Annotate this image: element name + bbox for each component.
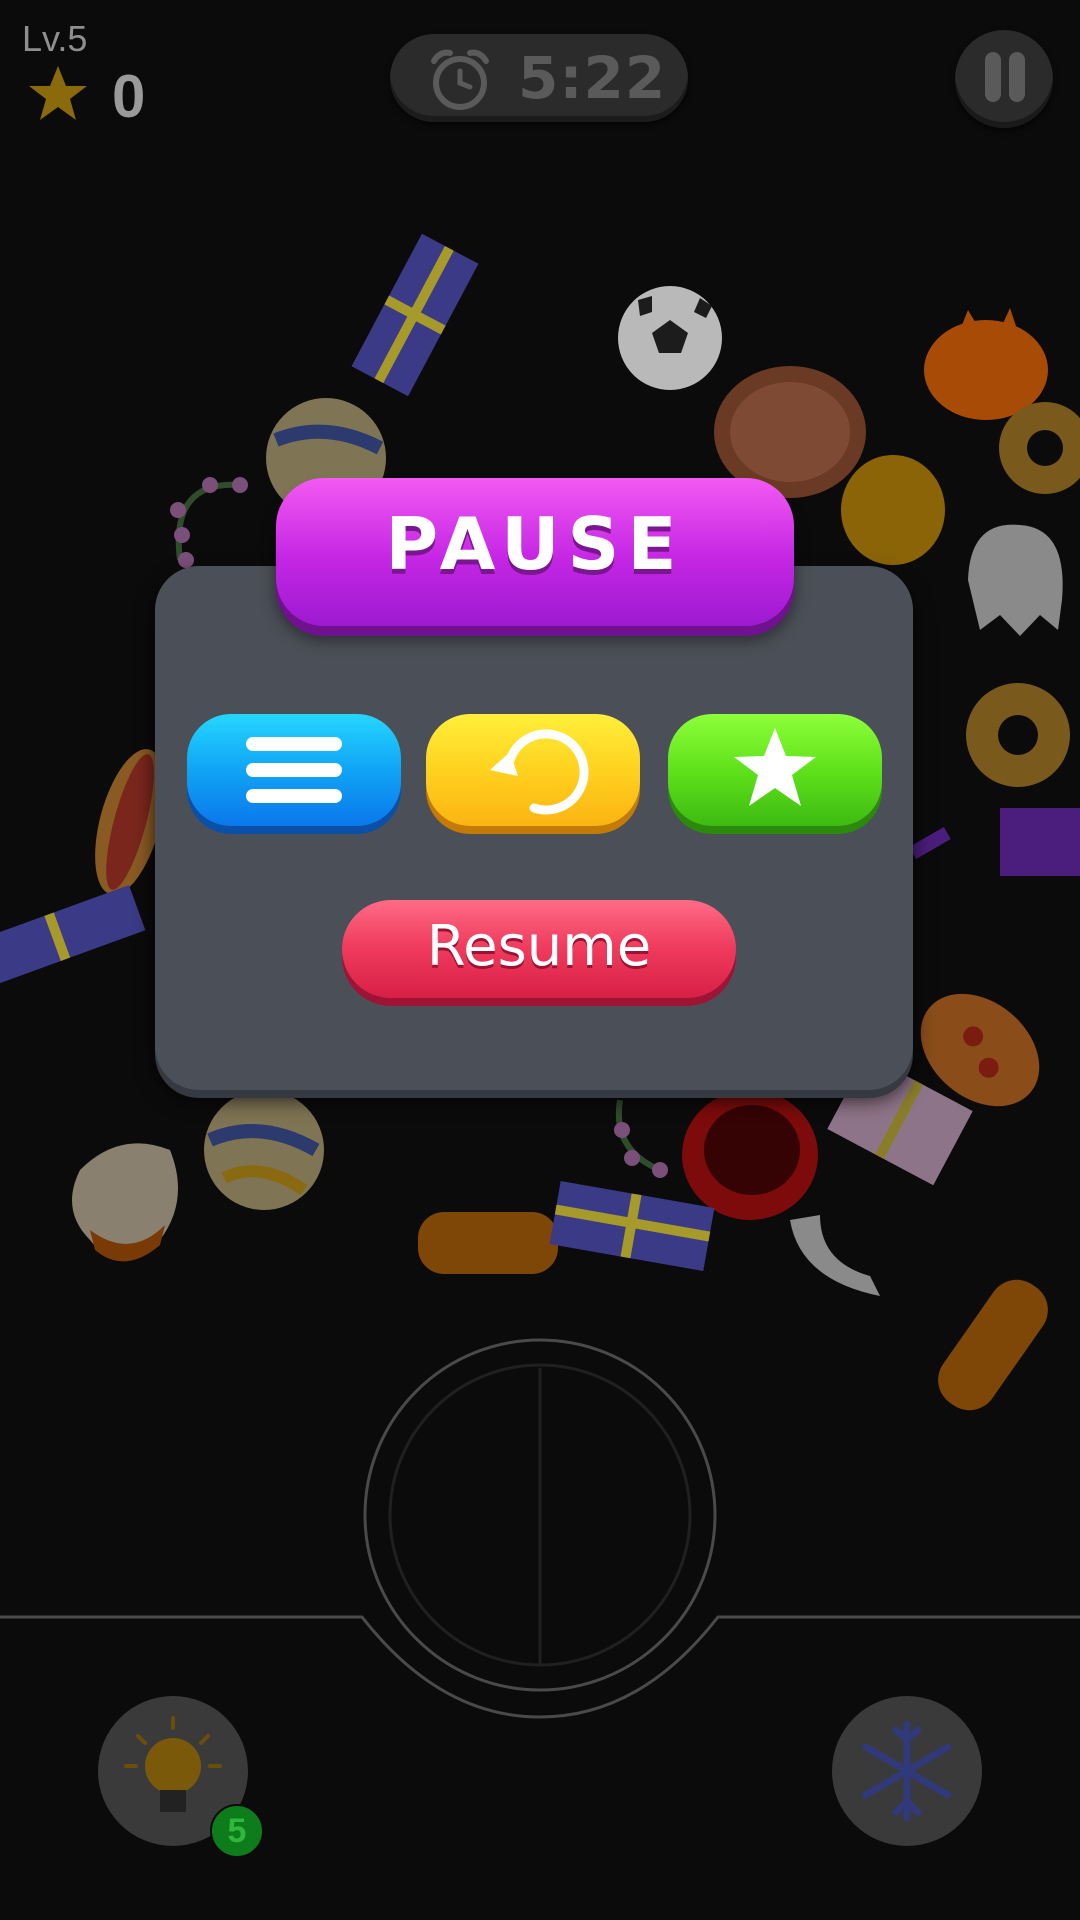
- menu-button[interactable]: [187, 714, 401, 826]
- pause-icon: [985, 52, 1001, 102]
- pause-dialog: [155, 566, 913, 1090]
- resume-button[interactable]: Resume: [342, 900, 736, 998]
- onigiri-item: [72, 1143, 178, 1260]
- star-score: 0: [112, 63, 146, 130]
- star-icon: [29, 66, 87, 120]
- gift-box-item-3: [549, 1180, 715, 1272]
- volleyball-item-2: [204, 1090, 324, 1210]
- soccer-ball-item: [618, 286, 722, 390]
- restart-arrow-icon: [490, 729, 589, 815]
- collection-tray: [0, 1338, 1080, 1719]
- flower-wreath-item: [175, 481, 241, 561]
- pause-title-banner: PAUSE: [276, 478, 794, 626]
- resume-label: Resume: [426, 914, 652, 979]
- freeze-button[interactable]: [832, 1696, 982, 1846]
- orange-bar-item: [418, 1212, 558, 1274]
- crown-item: [790, 1215, 880, 1296]
- rate-button[interactable]: [668, 714, 882, 826]
- dialog-title: PAUSE: [385, 502, 685, 586]
- snowflake-icon: [862, 1720, 952, 1822]
- orange-ball-item: [841, 455, 945, 565]
- gift-box-item-2: [0, 885, 146, 985]
- purple-box-item: [1000, 808, 1080, 876]
- star-icon: [734, 728, 816, 806]
- restart-button[interactable]: [426, 714, 640, 826]
- timer-display: 5:22: [390, 34, 688, 122]
- ghost-item: [968, 524, 1063, 636]
- menu-lines-icon: [246, 737, 342, 803]
- gift-box-item: [351, 233, 479, 397]
- pause-button[interactable]: [955, 30, 1053, 128]
- level-label: Lv.5: [22, 18, 88, 59]
- pause-icon-bar: [1009, 52, 1025, 102]
- timer-text: 5:22: [518, 44, 667, 112]
- hint-count-badge: 5: [210, 1804, 264, 1858]
- hint-count: 5: [227, 1812, 247, 1850]
- alarm-clock-icon: [431, 49, 489, 110]
